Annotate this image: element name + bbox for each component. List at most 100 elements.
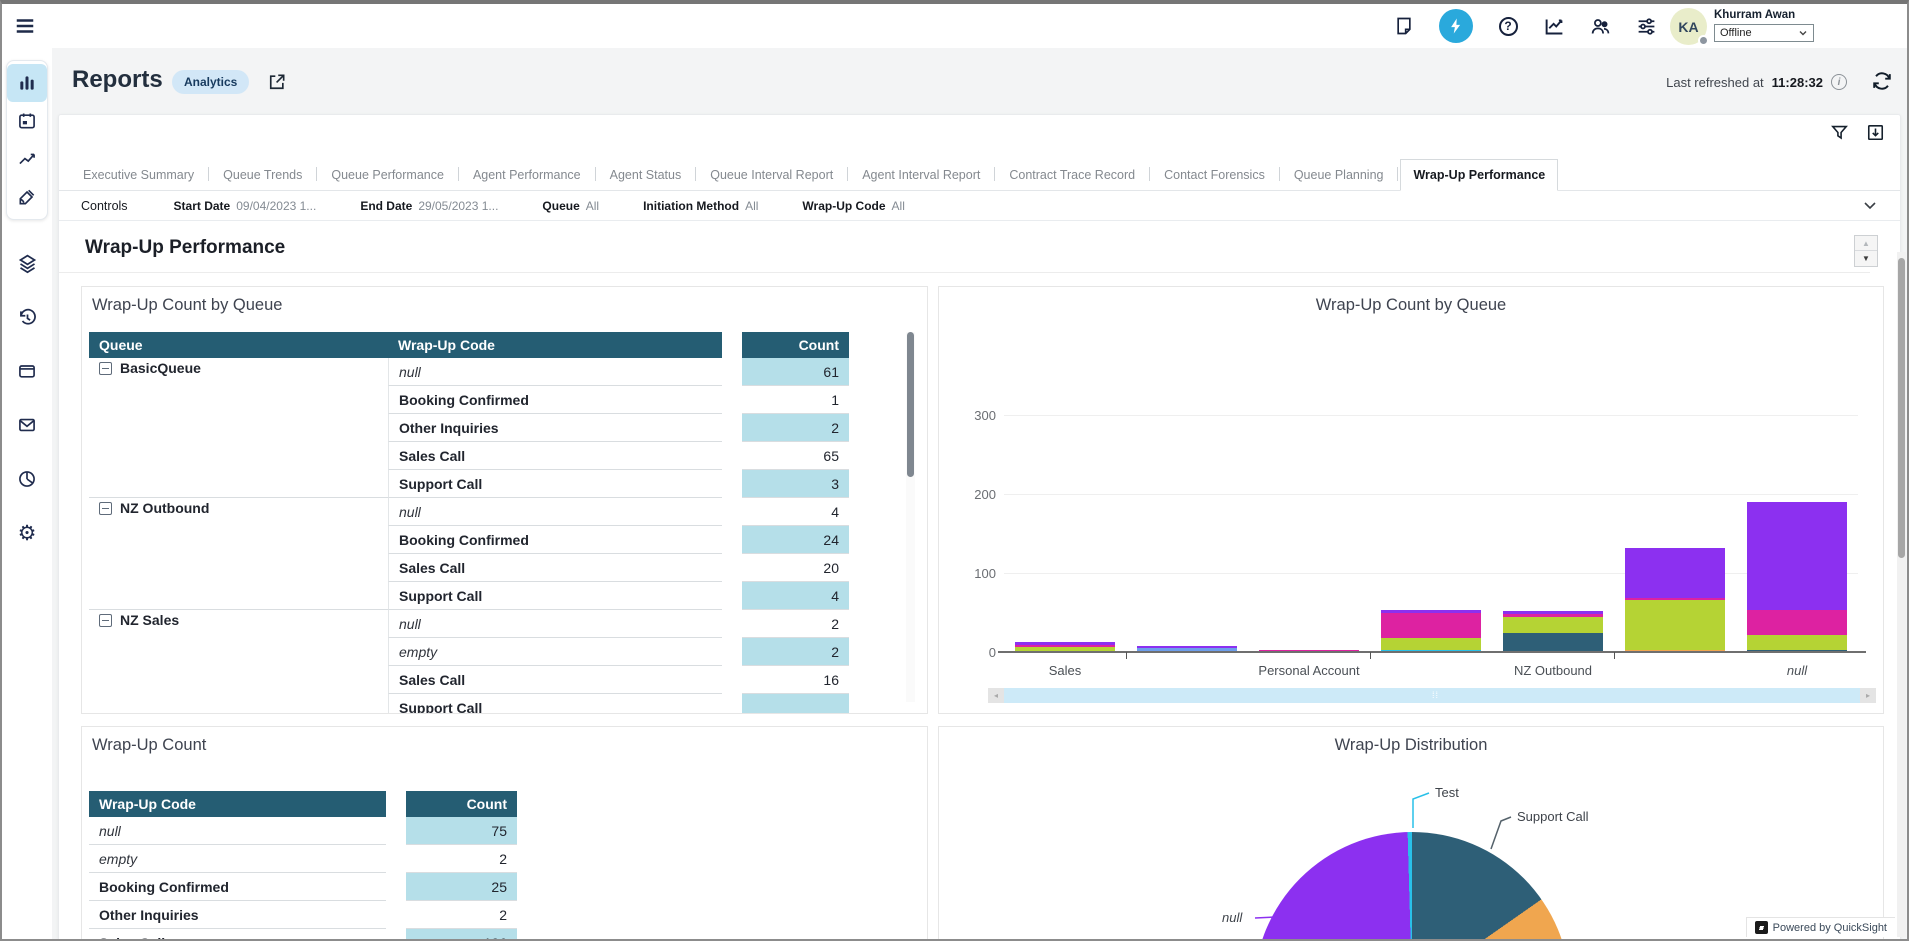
column-header-queue[interactable]: Queue: [89, 332, 388, 358]
column-header-wrapup-code[interactable]: Wrap-Up Code: [89, 791, 386, 817]
external-link-icon[interactable]: [267, 72, 287, 92]
column-header-count[interactable]: Count: [406, 791, 517, 817]
count-cell: 4: [742, 582, 849, 610]
hamburger-menu-icon[interactable]: [14, 15, 36, 37]
chart-zoom-slider[interactable]: ◂ ▸ ⁞⁞: [1004, 688, 1860, 703]
filter-value: 29/05/2023 1...: [418, 199, 498, 213]
collapse-icon[interactable]: [99, 362, 112, 375]
filter-end-date[interactable]: End Date 29/05/2023 1...: [360, 199, 498, 213]
collapse-icon[interactable]: [99, 502, 112, 515]
bar-segment-booking-confirmed[interactable]: [1503, 633, 1603, 652]
column-gap: [722, 610, 742, 638]
filter-initiation-method[interactable]: Initiation MethodAll: [643, 199, 758, 213]
window-scrollbar-thumb[interactable]: [1898, 258, 1905, 558]
queue-group-cell: BasicQueue: [89, 358, 388, 498]
metrics-icon[interactable]: [1543, 15, 1565, 37]
column-header-count[interactable]: Count: [742, 332, 849, 358]
settings-gear-icon[interactable]: ⚙: [7, 514, 47, 552]
x-axis-line: [998, 651, 1866, 653]
bar-segment-support-call[interactable]: [1381, 613, 1481, 638]
wrapup-code-cell: empty: [89, 845, 386, 873]
filter-name: Queue: [542, 199, 579, 213]
bar-segment-support-call[interactable]: [1747, 610, 1847, 634]
user-name: Khurram Awan: [1714, 9, 1849, 21]
tab-separator: [595, 167, 596, 181]
calendar-icon[interactable]: [7, 102, 47, 140]
filter-queue[interactable]: QueueAll: [542, 199, 599, 213]
bar-segment-sales-call[interactable]: [1381, 638, 1481, 651]
bar-chart-icon[interactable]: [7, 64, 47, 102]
spinner-up-icon[interactable]: ▲: [1855, 236, 1877, 251]
count-cell: 4: [742, 498, 849, 526]
mail-icon[interactable]: [7, 406, 47, 444]
controls-label: Controls: [81, 199, 128, 213]
lightning-icon[interactable]: [1439, 9, 1473, 43]
slider-right-cap[interactable]: ▸: [1860, 688, 1876, 703]
spinner-down-icon[interactable]: ▼: [1855, 251, 1877, 266]
bar-chart-plot: 300 200 100 0 Sales Personal Account NZ …: [1004, 347, 1858, 652]
queue-pivot-table: Queue Wrap-Up Code Count BasicQueuenull6…: [89, 332, 849, 714]
bar-segment-sales-call[interactable]: [1747, 635, 1847, 651]
tab-queue-planning[interactable]: Queue Planning: [1282, 160, 1396, 190]
notes-icon[interactable]: [1393, 15, 1415, 37]
pie-label-null: null: [1222, 910, 1242, 925]
layers-icon[interactable]: [7, 244, 47, 282]
bar-nz-outbound[interactable]: [1503, 611, 1603, 652]
wrapup-code-cell: Sales Call: [388, 554, 722, 582]
tab-wrap-up-performance[interactable]: Wrap-Up Performance: [1400, 159, 1558, 191]
scrollbar-thumb[interactable]: [907, 332, 914, 477]
pie-chart-icon[interactable]: [7, 460, 47, 498]
tab-separator: [1149, 167, 1150, 181]
tab-agent-interval-report[interactable]: Agent Interval Report: [850, 160, 992, 190]
refresh-icon[interactable]: [1871, 70, 1893, 92]
filter-value: All: [892, 199, 905, 213]
line-chart-icon[interactable]: [7, 140, 47, 178]
count-cell: 1: [742, 386, 849, 414]
controls-chevron-icon[interactable]: [1862, 197, 1878, 213]
column-header-wrapup-code[interactable]: Wrap-Up Code: [388, 332, 722, 358]
table-scrollbar[interactable]: [906, 332, 915, 702]
count-cell: 106: [406, 929, 517, 941]
tab-agent-performance[interactable]: Agent Performance: [461, 160, 593, 190]
bar-queue-6[interactable]: [1625, 548, 1725, 652]
info-icon[interactable]: i: [1831, 74, 1847, 90]
presence-select[interactable]: Offline: [1714, 24, 1814, 42]
tab-queue-trends[interactable]: Queue Trends: [211, 160, 314, 190]
pie-label-support-call: Support Call: [1517, 809, 1589, 824]
window-icon[interactable]: [7, 352, 47, 390]
count-cell: 25: [406, 873, 517, 901]
x-label-null: null: [1787, 663, 1807, 678]
powered-by-text: Powered by QuickSight: [1773, 922, 1887, 934]
sliders-icon[interactable]: [1635, 15, 1657, 37]
bar-segment-null[interactable]: [1747, 502, 1847, 610]
design-brush-icon[interactable]: [7, 178, 47, 216]
filter-name: End Date: [360, 199, 412, 213]
collapse-icon[interactable]: [99, 614, 112, 627]
tab-separator: [458, 167, 459, 181]
column-gap: [386, 873, 406, 901]
filter-wrap-up-code[interactable]: Wrap-Up CodeAll: [802, 199, 904, 213]
tab-contract-trace-record[interactable]: Contract Trace Record: [997, 160, 1147, 190]
pie-chart[interactable]: [1254, 832, 1570, 941]
tab-agent-status[interactable]: Agent Status: [598, 160, 694, 190]
help-icon[interactable]: ?: [1497, 15, 1519, 37]
filter-start-date[interactable]: Start Date09/04/2023 1...: [174, 199, 317, 213]
tab-queue-performance[interactable]: Queue Performance: [319, 160, 456, 190]
bar-segment-sales-call[interactable]: [1625, 600, 1725, 650]
pie-label-test: Test: [1435, 785, 1459, 800]
bar-null[interactable]: [1747, 502, 1847, 652]
tab-contact-forensics[interactable]: Contact Forensics: [1152, 160, 1277, 190]
bar-segment-sales-call[interactable]: [1503, 617, 1603, 633]
export-icon[interactable]: [1866, 123, 1886, 143]
window-scrollbar[interactable]: [1897, 252, 1906, 937]
quicksight-logo-icon: [1755, 921, 1768, 934]
bar-segment-null[interactable]: [1625, 548, 1725, 599]
agents-icon[interactable]: [1589, 15, 1611, 37]
slider-left-cap[interactable]: ◂: [988, 688, 1004, 703]
chevron-down-icon: [1798, 28, 1808, 38]
history-icon[interactable]: [7, 298, 47, 336]
bar-queue-4[interactable]: [1381, 610, 1481, 652]
tab-executive-summary[interactable]: Executive Summary: [71, 160, 206, 190]
tab-queue-interval-report[interactable]: Queue Interval Report: [698, 160, 845, 190]
filter-icon[interactable]: [1830, 123, 1850, 143]
